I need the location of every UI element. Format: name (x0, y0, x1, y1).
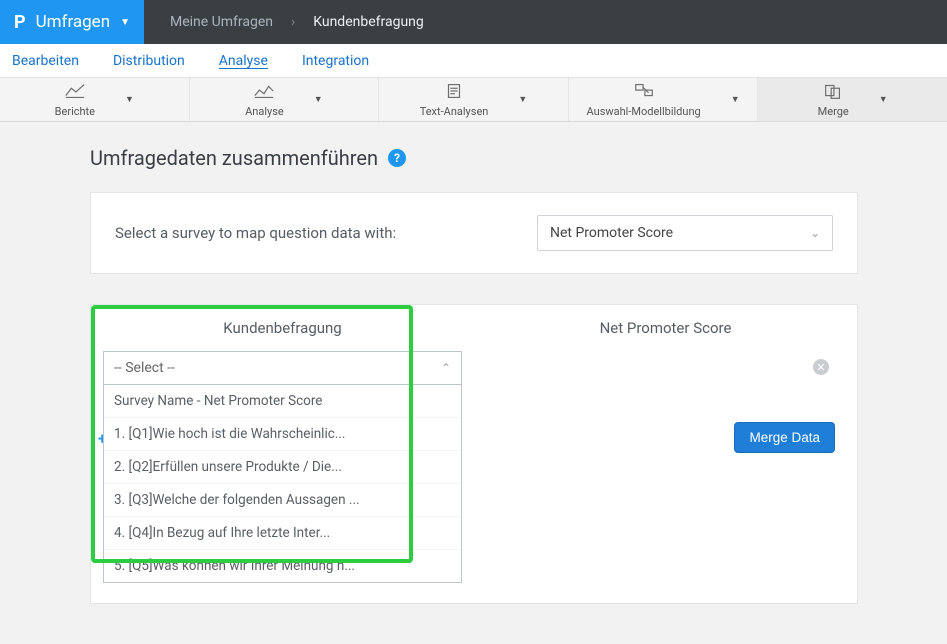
dropdown-option[interactable]: 2. [Q2]Erfüllen unsere Produkte / Die... (104, 451, 461, 484)
merge-data-button[interactable]: Merge Data (734, 422, 835, 453)
mapping-row: -- Select -- ⌃ Survey Name - Net Promote… (91, 351, 857, 603)
mapping-panel: Kundenbefragung Net Promoter Score -- Se… (90, 304, 858, 604)
tab-distribution[interactable]: Distribution (109, 47, 189, 75)
toolbar-text-analysis[interactable]: Text-Analysen ▼ (379, 78, 569, 121)
merge-icon (822, 82, 844, 104)
top-navbar: P Umfragen ▼ Meine Umfragen › Kundenbefr… (0, 0, 947, 44)
breadcrumb: Meine Umfragen › Kundenbefragung (144, 0, 424, 44)
toolbar-analysis[interactable]: Analyse ▼ (190, 78, 380, 121)
mapping-target-header: Net Promoter Score (474, 319, 857, 337)
survey-select-label: Select a survey to map question data wit… (115, 224, 537, 242)
caret-down-icon: ▼ (731, 94, 740, 105)
toolbar-analysis-label: Analyse (245, 105, 284, 118)
question-select-dropdown: Survey Name - Net Promoter Score 1. [Q1]… (103, 385, 462, 583)
mapping-headers: Kundenbefragung Net Promoter Score (91, 305, 857, 351)
tab-analysis[interactable]: Analyse (215, 47, 272, 75)
main-tabs: Bearbeiten Distribution Analyse Integrat… (0, 44, 947, 78)
merge-actions: Merge Data (734, 422, 845, 463)
toolbar-reports-label: Berichte (55, 105, 95, 118)
dropdown-option[interactable]: 5. [Q5]Was können wir Ihrer Meinung n... (104, 550, 461, 582)
caret-down-icon: ▼ (125, 94, 134, 105)
question-select-placeholder: -- Select -- (114, 360, 175, 376)
caret-down-icon: ▼ (314, 94, 323, 105)
breadcrumb-root[interactable]: Meine Umfragen (170, 14, 273, 30)
survey-select-panel: Select a survey to map question data wit… (90, 192, 858, 274)
tab-integration[interactable]: Integration (298, 47, 373, 75)
toolbar-merge-label: Merge (818, 105, 849, 118)
toolbar-text-analysis-label: Text-Analysen (420, 105, 489, 118)
chevron-right-icon: › (291, 14, 295, 30)
dropdown-option[interactable]: 3. [Q3]Welche der folgenden Aussagen ... (104, 484, 461, 517)
question-select[interactable]: -- Select -- ⌃ (103, 351, 462, 385)
chevron-up-icon: ⌃ (441, 361, 451, 375)
caret-down-icon: ▼ (518, 94, 527, 105)
dropdown-option[interactable]: 1. [Q1]Wie hoch ist die Wahrscheinlic... (104, 418, 461, 451)
tab-edit[interactable]: Bearbeiten (8, 47, 83, 75)
document-icon (443, 82, 465, 104)
caret-down-icon: ▼ (120, 17, 130, 28)
analysis-toolbar: Berichte ▼ Analyse ▼ Text-Analysen ▼ Aus… (0, 78, 947, 122)
model-icon (633, 82, 655, 104)
dropdown-option[interactable]: 4. [Q4]In Bezug auf Ihre letzte Inter... (104, 517, 461, 550)
survey-select[interactable]: Net Promoter Score ⌄ (537, 215, 833, 251)
brand-menu[interactable]: P Umfragen ▼ (0, 0, 144, 44)
page-content: Umfragedaten zusammenführen ? Select a s… (0, 122, 858, 644)
caret-down-icon: ▼ (879, 94, 888, 105)
page-title-row: Umfragedaten zusammenführen ? (90, 146, 858, 170)
chevron-down-icon: ⌄ (810, 226, 820, 240)
toolbar-choice-modeling[interactable]: Auswahl-Modellbildung ▼ (569, 78, 759, 121)
page-title: Umfragedaten zusammenführen (90, 146, 378, 170)
brand-label: Umfragen (36, 12, 110, 32)
breadcrumb-current: Kundenbefragung (313, 14, 424, 30)
mapping-target-cell: ✕ (474, 351, 857, 603)
toolbar-choice-modeling-label: Auswahl-Modellbildung (587, 105, 701, 118)
mapping-source-cell: -- Select -- ⌃ Survey Name - Net Promote… (91, 351, 474, 603)
remove-row-icon[interactable]: ✕ (813, 359, 829, 375)
dropdown-option[interactable]: Survey Name - Net Promoter Score (104, 385, 461, 418)
mapping-source-header: Kundenbefragung (91, 319, 474, 337)
toolbar-reports[interactable]: Berichte ▼ (0, 78, 190, 121)
trend-chart-icon (253, 82, 275, 104)
line-chart-icon (64, 82, 86, 104)
logo-icon: P (14, 12, 26, 33)
toolbar-merge[interactable]: Merge ▼ (758, 78, 947, 121)
survey-select-value: Net Promoter Score (550, 225, 673, 241)
help-icon[interactable]: ? (388, 149, 406, 167)
